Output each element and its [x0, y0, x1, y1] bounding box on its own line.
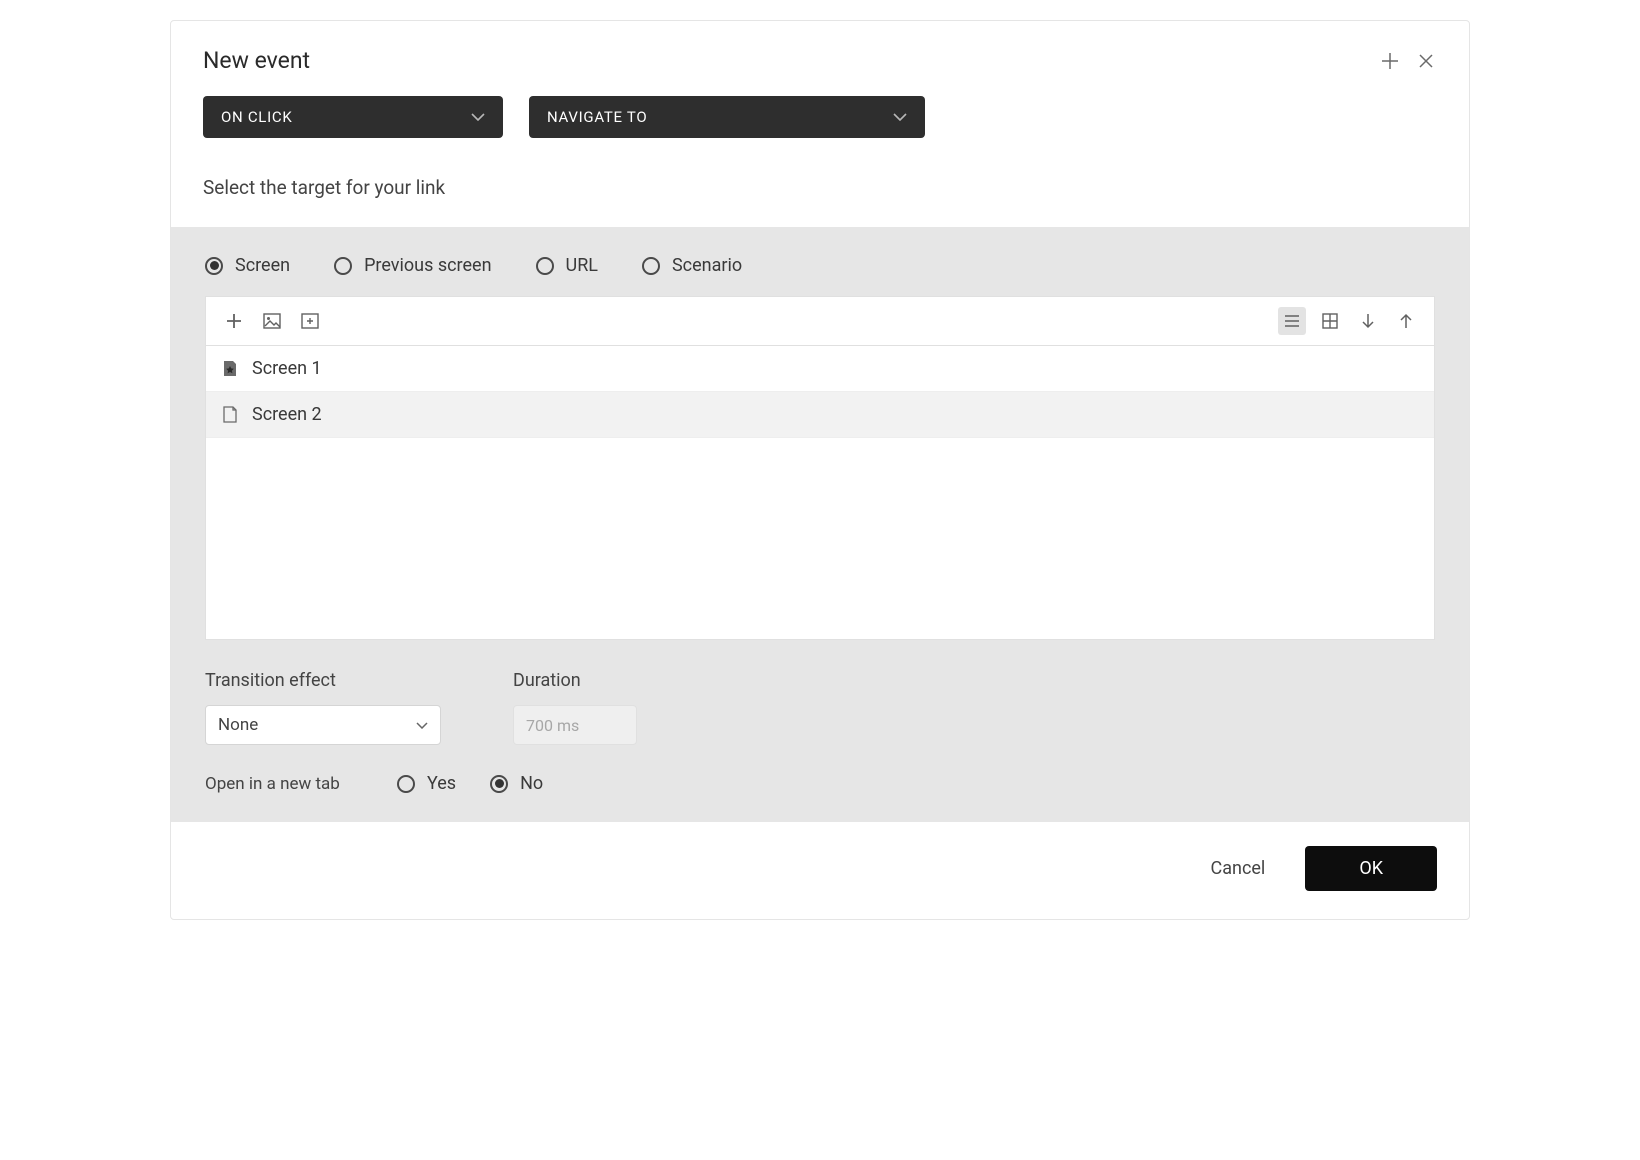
screen-row-label: Screen 2	[252, 404, 322, 425]
duration-placeholder: 700 ms	[526, 716, 579, 735]
radio-icon	[490, 775, 508, 793]
duration-label: Duration	[513, 670, 637, 691]
options-row: Transition effect None Duration 700 ms	[205, 640, 1435, 745]
radio-scenario[interactable]: Scenario	[642, 255, 742, 276]
target-section: Screen Previous screen URL Scenario	[171, 227, 1469, 822]
page-icon	[222, 406, 238, 424]
transition-value: None	[218, 715, 258, 735]
grid-view-button[interactable]	[1316, 307, 1344, 335]
screen-row-label: Screen 1	[252, 358, 322, 379]
add-screen-button[interactable]	[220, 307, 248, 335]
sort-down-button[interactable]	[1354, 307, 1382, 335]
screen-row[interactable]: Screen 2	[206, 392, 1434, 438]
toolbar-left	[220, 307, 324, 335]
chevron-down-icon	[471, 113, 485, 121]
radio-url[interactable]: URL	[536, 255, 598, 276]
header-actions	[1379, 50, 1437, 72]
action-select-label: NAVIGATE TO	[547, 108, 647, 126]
chevron-down-icon	[893, 113, 907, 121]
radio-no[interactable]: No	[490, 773, 543, 794]
add-image-icon[interactable]	[296, 307, 324, 335]
radio-screen[interactable]: Screen	[205, 255, 290, 276]
screens-toolbar	[206, 296, 1434, 346]
radio-icon	[642, 257, 660, 275]
new-tab-label: Open in a new tab	[205, 774, 363, 794]
radio-icon	[334, 257, 352, 275]
close-icon[interactable]	[1415, 50, 1437, 72]
radio-icon	[536, 257, 554, 275]
event-selectors: ON CLICK NAVIGATE TO	[171, 96, 1469, 162]
dialog-title: New event	[203, 47, 310, 74]
duration-input[interactable]: 700 ms	[513, 705, 637, 745]
target-type-radios: Screen Previous screen URL Scenario	[205, 255, 1435, 296]
ok-button[interactable]: OK	[1305, 846, 1437, 891]
radio-label: Scenario	[672, 255, 742, 276]
new-event-dialog: New event ON CLICK NAVIGATE TO Select th…	[170, 20, 1470, 920]
radio-label: Yes	[427, 773, 456, 794]
target-subtitle: Select the target for your link	[171, 162, 1469, 227]
screens-list: Screen 1 Screen 2	[206, 346, 1434, 438]
action-select[interactable]: NAVIGATE TO	[529, 96, 925, 138]
image-icon[interactable]	[258, 307, 286, 335]
radio-icon	[205, 257, 223, 275]
radio-label: No	[520, 773, 543, 794]
cancel-button[interactable]: Cancel	[1211, 858, 1266, 879]
screens-panel: Screen 1 Screen 2	[205, 296, 1435, 640]
radio-previous-screen[interactable]: Previous screen	[334, 255, 491, 276]
radio-icon	[397, 775, 415, 793]
duration-option: Duration 700 ms	[513, 670, 637, 745]
toolbar-right	[1278, 307, 1420, 335]
home-screen-icon	[222, 360, 238, 378]
dialog-footer: Cancel OK	[171, 822, 1469, 919]
add-icon[interactable]	[1379, 50, 1401, 72]
screen-row[interactable]: Screen 1	[206, 346, 1434, 392]
radio-label: Screen	[235, 255, 290, 276]
radio-label: Previous screen	[364, 255, 491, 276]
transition-option: Transition effect None	[205, 670, 441, 745]
trigger-select[interactable]: ON CLICK	[203, 96, 503, 138]
transition-select[interactable]: None	[205, 705, 441, 745]
radio-yes[interactable]: Yes	[397, 773, 456, 794]
sort-up-button[interactable]	[1392, 307, 1420, 335]
dialog-header: New event	[171, 21, 1469, 96]
open-new-tab-row: Open in a new tab Yes No	[205, 745, 1435, 794]
list-view-button[interactable]	[1278, 307, 1306, 335]
chevron-down-icon	[416, 722, 428, 729]
radio-label: URL	[566, 255, 598, 276]
trigger-select-label: ON CLICK	[221, 108, 292, 126]
transition-label: Transition effect	[205, 670, 441, 691]
